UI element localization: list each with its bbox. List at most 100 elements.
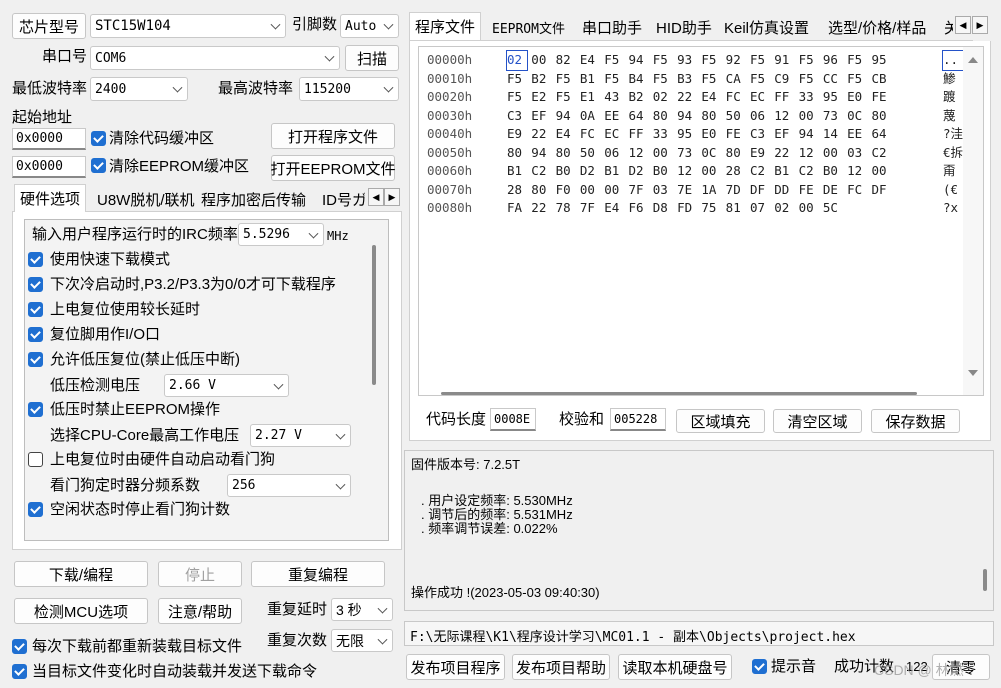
hex-byte[interactable]: 50 <box>726 107 750 126</box>
hex-byte[interactable]: 14 <box>823 125 847 144</box>
scan-button[interactable]: 扫描 <box>345 45 399 71</box>
hex-byte[interactable]: CC <box>823 70 847 89</box>
hex-byte[interactable]: 80 <box>726 144 750 163</box>
hex-byte[interactable]: B1 <box>507 162 531 181</box>
hex-byte[interactable]: F5 <box>701 70 725 89</box>
hex-byte[interactable]: 03 <box>653 181 677 200</box>
hex-byte[interactable]: B1 <box>774 162 798 181</box>
hex-byte[interactable]: E4 <box>556 125 580 144</box>
code-address-input[interactable]: 0x0000 <box>12 128 86 150</box>
hex-view[interactable]: 00000h 02 00 82 E4 F5 94 F5 93 F5 92 F5 91 F5 96 F5 95..… <box>418 46 984 396</box>
hex-byte[interactable]: DE <box>823 181 847 200</box>
stop-button[interactable]: 停止 <box>158 561 242 587</box>
tab-keil-settings[interactable]: Keil仿真设置 <box>719 14 814 40</box>
hex-byte[interactable]: 95 <box>871 51 895 70</box>
hex-byte[interactable]: DF <box>871 181 895 200</box>
hex-byte[interactable]: EE <box>604 107 628 126</box>
hex-byte[interactable]: CA <box>726 70 750 89</box>
right-tab-scroll-left-icon[interactable]: ◀ <box>955 16 971 34</box>
irc-select[interactable]: 5.5296 <box>238 223 324 246</box>
hex-byte[interactable]: 7F <box>580 199 604 218</box>
hex-byte[interactable]: 92 <box>726 51 750 70</box>
hex-byte[interactable]: 95 <box>823 88 847 107</box>
hex-byte[interactable]: 22 <box>774 144 798 163</box>
hex-byte[interactable]: 78 <box>556 199 580 218</box>
port-select[interactable]: COM6 <box>90 46 340 70</box>
hex-byte[interactable]: E2 <box>531 88 555 107</box>
hex-byte[interactable]: 00 <box>604 181 628 200</box>
open-program-button[interactable]: 打开程序文件 <box>271 123 395 149</box>
pins-select[interactable]: Auto <box>340 14 399 38</box>
hex-byte[interactable]: E0 <box>701 125 725 144</box>
hex-byte[interactable]: E9 <box>750 144 774 163</box>
tab-serial-helper[interactable]: 串口助手 <box>577 14 647 40</box>
hex-byte[interactable]: 7F <box>628 181 652 200</box>
hex-byte[interactable]: 00 <box>871 162 895 181</box>
hex-byte[interactable]: F5 <box>507 70 531 89</box>
hex-byte[interactable]: C3 <box>507 107 531 126</box>
publish-help-button[interactable]: 发布项目帮助 <box>512 654 610 680</box>
hex-byte[interactable]: C9 <box>774 70 798 89</box>
hex-byte[interactable]: DD <box>774 181 798 200</box>
hex-byte[interactable]: F0 <box>556 181 580 200</box>
hex-byte[interactable]: E4 <box>604 199 628 218</box>
hex-byte[interactable]: E0 <box>847 88 871 107</box>
hex-byte[interactable]: 75 <box>701 199 725 218</box>
hex-byte[interactable]: F5 <box>556 88 580 107</box>
tab-scroll-left-icon[interactable]: ◀ <box>368 188 384 206</box>
hex-byte[interactable]: 94 <box>531 144 555 163</box>
hex-byte[interactable]: 00 <box>823 144 847 163</box>
hex-byte[interactable]: E4 <box>580 51 604 70</box>
tab-scroll-right-icon[interactable]: ▶ <box>384 188 400 206</box>
hex-byte[interactable]: 02 <box>506 50 528 71</box>
hex-byte[interactable]: C3 <box>750 125 774 144</box>
hex-byte[interactable]: FF <box>628 125 652 144</box>
hex-byte[interactable]: E1 <box>580 88 604 107</box>
hex-byte[interactable]: 94 <box>556 107 580 126</box>
hex-byte[interactable]: F5 <box>653 51 677 70</box>
fast-download-checkbox[interactable] <box>28 252 43 267</box>
reset-pin-io-checkbox[interactable] <box>28 327 43 342</box>
hex-byte[interactable]: F5 <box>604 70 628 89</box>
wdt-div-select[interactable]: 256 <box>227 474 351 497</box>
hex-byte[interactable]: FC <box>726 88 750 107</box>
hex-byte[interactable]: B2 <box>531 70 555 89</box>
hex-byte[interactable]: 12 <box>677 162 701 181</box>
hex-byte[interactable]: FE <box>726 125 750 144</box>
open-eeprom-button[interactable]: 打开EEPROM文件 <box>271 155 396 181</box>
hex-byte[interactable]: 0C <box>847 107 871 126</box>
help-button[interactable]: 注意/帮助 <box>158 598 242 624</box>
eeprom-lv-checkbox[interactable] <box>28 402 43 417</box>
hex-byte[interactable]: 93 <box>677 51 701 70</box>
options-scrollbar[interactable] <box>372 245 376 385</box>
tab-more[interactable]: 关 <box>939 14 953 40</box>
cpu-voltage-select[interactable]: 2.27 V <box>250 424 351 447</box>
hex-byte[interactable]: F5 <box>701 51 725 70</box>
clear-eeprom-checkbox[interactable] <box>91 158 106 173</box>
hex-byte[interactable]: F5 <box>750 70 774 89</box>
hint-sound-checkbox[interactable] <box>752 659 767 674</box>
hex-byte[interactable]: F5 <box>653 70 677 89</box>
tab-id[interactable]: ID号ガ <box>317 186 365 212</box>
hex-byte[interactable]: 33 <box>653 125 677 144</box>
hex-byte[interactable]: F5 <box>847 51 871 70</box>
hex-byte[interactable]: F5 <box>847 70 871 89</box>
hex-byte[interactable]: EE <box>847 125 871 144</box>
hex-byte[interactable]: 22 <box>531 199 555 218</box>
clear-region-button[interactable]: 清空区域 <box>773 409 862 433</box>
hex-hscrollbar[interactable] <box>441 392 917 395</box>
hex-byte[interactable]: B4 <box>628 70 652 89</box>
low-voltage-reset-checkbox[interactable] <box>28 352 43 367</box>
clear-code-checkbox[interactable] <box>91 131 106 146</box>
wdt-auto-checkbox[interactable] <box>28 452 43 467</box>
hex-byte[interactable]: 43 <box>604 88 628 107</box>
log-scrollbar[interactable] <box>983 569 987 591</box>
tab-encrypt[interactable]: 程序加密后传输 <box>196 186 311 212</box>
hex-byte[interactable]: 0C <box>701 144 725 163</box>
hex-byte[interactable]: FC <box>580 125 604 144</box>
reload-checkbox[interactable] <box>12 639 27 654</box>
hex-byte[interactable]: E4 <box>701 88 725 107</box>
hex-byte[interactable]: EC <box>604 125 628 144</box>
hex-byte[interactable]: 80 <box>871 107 895 126</box>
hex-byte[interactable]: F5 <box>556 70 580 89</box>
